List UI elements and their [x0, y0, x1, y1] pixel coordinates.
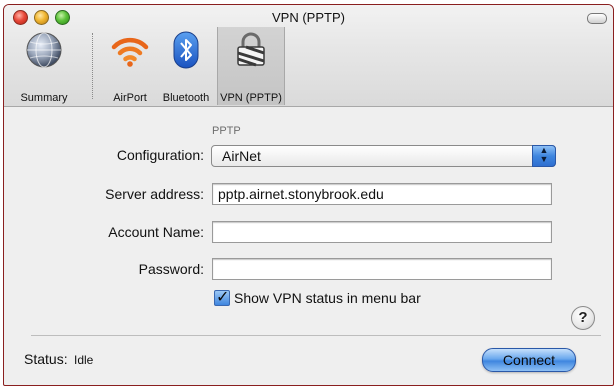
- server-address-field[interactable]: [212, 183, 552, 205]
- toolbar-item-label: AirPort: [113, 92, 147, 104]
- checkmark-icon: ✓: [216, 289, 230, 306]
- configuration-label: Configuration:: [116, 147, 204, 163]
- toolbar-item-vpn-pptp[interactable]: VPN (PPTP): [217, 27, 285, 105]
- configuration-value: AirNet: [222, 148, 261, 164]
- title-bar[interactable]: VPN (PPTP): [4, 5, 613, 29]
- server-address-label: Server address:: [105, 186, 204, 202]
- toolbar-item-bluetooth[interactable]: Bluetooth: [156, 27, 216, 105]
- help-button[interactable]: ?: [571, 306, 595, 330]
- window-title: VPN (PPTP): [272, 10, 345, 25]
- toolbar-item-airport[interactable]: AirPort: [104, 27, 156, 105]
- configuration-popup[interactable]: AirNet ▲ ▼: [211, 145, 556, 167]
- toolbar-item-summary[interactable]: Summary: [8, 27, 80, 105]
- toolbar-item-label: Bluetooth: [162, 92, 210, 104]
- status-value: Idle: [74, 353, 94, 367]
- show-vpn-status-checkbox[interactable]: ✓: [214, 289, 230, 306]
- section-label: PPTP: [212, 125, 241, 137]
- show-vpn-status-label[interactable]: Show VPN status in menu bar: [234, 290, 421, 306]
- vpn-settings-panel: PPTP Configuration: AirNet ▲ ▼ Server add…: [4, 107, 613, 385]
- window-chrome: VPN (PPTP) Summary AirPort Bluetooth VPN…: [4, 5, 613, 107]
- toolbar-item-label: Summary: [20, 92, 68, 104]
- password-label: Password:: [138, 261, 204, 277]
- password-field[interactable]: [212, 258, 552, 280]
- airport-wifi-icon: [110, 31, 150, 74]
- connect-button[interactable]: Connect: [482, 348, 576, 372]
- status-label: Status:: [24, 351, 68, 367]
- toolbar-item-label: VPN (PPTP): [220, 92, 282, 104]
- toolbar-toggle-button[interactable]: [587, 13, 607, 24]
- divider: [31, 335, 601, 336]
- vpn-lock-icon: [234, 31, 268, 72]
- account-name-field[interactable]: [212, 221, 552, 243]
- toolbar-separator: [92, 33, 93, 99]
- account-name-label: Account Name:: [108, 224, 204, 240]
- vpn-window: VPN (PPTP) Summary AirPort Bluetooth VPN…: [3, 4, 614, 386]
- popup-arrows-icon: ▲ ▼: [532, 145, 556, 167]
- bluetooth-icon: [171, 31, 201, 72]
- globe-icon: [25, 31, 63, 72]
